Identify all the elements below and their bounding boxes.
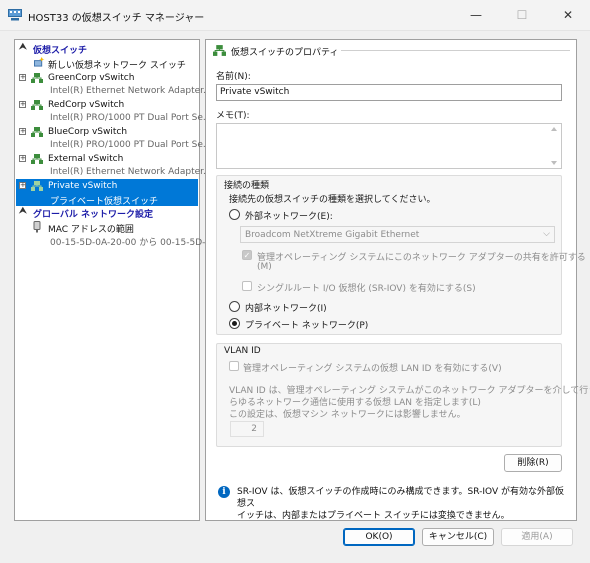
header-divider — [341, 50, 570, 51]
section-global-settings[interactable]: ⮝ グローバル ネットワーク設定 — [16, 206, 198, 220]
network-switch-icon — [213, 45, 226, 56]
new-switch-icon — [34, 57, 45, 67]
switch-adapter: Intel(R) PRO/1000 PT Dual Port Se... — [50, 113, 212, 123]
switch-item-private[interactable]: + Private vSwitch プライベート仮想スイッチ — [16, 179, 198, 207]
apply-button[interactable]: 適用(A) — [501, 528, 573, 546]
connection-prompt: 接続先の仮想スイッチの種類を選択してください。 — [229, 195, 436, 205]
properties-title: 仮想スイッチのプロパティ — [231, 48, 339, 58]
allow-mgmt-os-label: 管理オペレーティング システムにこのネットワーク アダプターの共有を許可する — [257, 253, 586, 263]
memo-field[interactable] — [216, 123, 562, 169]
internal-network-radio[interactable] — [229, 301, 240, 312]
name-label: 名前(N): — [216, 72, 251, 82]
expand-icon[interactable]: + — [19, 101, 26, 108]
collapse-chevron-icon: ⮝ — [19, 42, 27, 52]
vlan-enable-checkbox[interactable] — [229, 361, 239, 371]
switch-name: RedCorp vSwitch — [48, 100, 125, 110]
expand-icon[interactable]: + — [19, 128, 26, 135]
network-switch-icon — [31, 100, 43, 110]
ok-button[interactable]: OK(O) — [343, 528, 415, 546]
switch-item-external[interactable]: + External vSwitch Intel(R) Ethernet Net… — [16, 152, 212, 179]
switch-adapter: Intel(R) PRO/1000 PT Dual Port Se... — [50, 140, 212, 150]
switch-name: Private vSwitch — [48, 181, 118, 191]
allow-mgmt-os-checkbox[interactable]: ✓ — [242, 250, 252, 260]
vlan-enable-label: 管理オペレーティング システムの仮想 LAN ID を有効にする(V) — [243, 364, 502, 374]
mac-range-label: MAC アドレスの範囲 — [48, 225, 134, 235]
virtual-switch-app-icon — [8, 9, 22, 21]
mac-range-value: 00-15-5D-0A-20-00 から 00-15-5D-... — [50, 238, 214, 248]
section-label: 仮想スイッチ — [33, 46, 88, 56]
cancel-button[interactable]: キャンセル(C) — [422, 528, 494, 546]
minimize-button[interactable]: — — [453, 0, 499, 31]
network-switch-icon — [31, 73, 43, 83]
delete-button[interactable]: 削除(R) — [504, 454, 562, 472]
mac-range-item[interactable]: MAC アドレスの範囲 00-15-5D-0A-20-00 から 00-15-5… — [16, 220, 214, 248]
switch-item-redcorp[interactable]: + RedCorp vSwitch Intel(R) PRO/1000 PT D… — [16, 98, 211, 125]
sriov-info-text: SR-IOV は、仮想スイッチの作成時にのみ構成できます。SR-IOV が有効な… — [237, 486, 567, 522]
vlan-id-value: 2 — [251, 424, 257, 434]
sriov-label: シングルルート I/O 仮想化 (SR-IOV) を有効にする(S) — [257, 284, 476, 294]
chevron-down-icon: ⌵ — [543, 229, 550, 239]
expand-icon[interactable]: + — [19, 74, 26, 81]
switch-adapter: Intel(R) Ethernet Network Adapter... — [50, 86, 212, 96]
switch-item-bluecorp[interactable]: + BlueCorp vSwitch Intel(R) PRO/1000 PT … — [16, 125, 211, 152]
name-field[interactable]: Private vSwitch — [216, 84, 562, 101]
adapter-value: Broadcom NetXtreme Gigabit Ethernet — [245, 230, 420, 240]
mac-address-icon — [33, 221, 41, 233]
connection-group-label: 接続の種類 — [224, 181, 270, 191]
switch-item-greencorp[interactable]: + GreenCorp vSwitch Intel(R) Ethernet Ne… — [16, 71, 212, 98]
new-switch-item[interactable]: 新しい仮想ネットワーク スイッチ — [16, 56, 198, 71]
allow-mgmt-os-accesskey: (M) — [257, 262, 272, 272]
close-button[interactable]: ✕ — [545, 0, 590, 31]
external-network-radio[interactable] — [229, 209, 240, 220]
switch-name: GreenCorp vSwitch — [48, 73, 135, 83]
sriov-checkbox[interactable] — [242, 281, 252, 291]
properties-header: 仮想スイッチのプロパティ — [212, 44, 570, 58]
network-switch-icon — [31, 127, 43, 137]
info-icon: i — [218, 486, 230, 498]
external-network-label[interactable]: 外部ネットワーク(E): — [245, 209, 333, 222]
external-adapter-select[interactable]: Broadcom NetXtreme Gigabit Ethernet ⌵ — [240, 226, 555, 243]
private-network-radio[interactable] — [229, 318, 240, 329]
private-network-label[interactable]: プライベート ネットワーク(P) — [245, 318, 368, 331]
new-switch-label: 新しい仮想ネットワーク スイッチ — [48, 61, 186, 71]
window-title: HOST33 の仮想スイッチ マネージャー — [28, 13, 205, 24]
network-switch-icon — [31, 181, 43, 191]
switch-name: BlueCorp vSwitch — [48, 127, 128, 137]
expand-icon[interactable]: + — [19, 182, 26, 189]
maximize-button[interactable]: ☐ — [499, 0, 545, 31]
collapse-chevron-icon: ⮝ — [19, 206, 27, 216]
vlan-group-label: VLAN ID — [224, 346, 261, 356]
vlan-description-3: この設定は、仮想マシン ネットワークには影響しません。 — [229, 410, 466, 420]
memo-label: メモ(T): — [216, 111, 250, 121]
memo-scrollbar[interactable] — [549, 125, 559, 167]
info-line-1: SR-IOV は、仮想スイッチの作成時にのみ構成できます。SR-IOV が有効な… — [237, 487, 564, 509]
internal-network-label[interactable]: 内部ネットワーク(I) — [245, 301, 327, 314]
vlan-id-input[interactable]: 2 — [230, 421, 264, 437]
switch-name: External vSwitch — [48, 154, 124, 164]
section-label: グローバル ネットワーク設定 — [33, 210, 154, 220]
info-line-2: イッチは、内部またはプライベート スイッチには変換できません。 — [237, 511, 510, 521]
section-virtual-switches[interactable]: ⮝ 仮想スイッチ — [16, 42, 198, 56]
switch-adapter: Intel(R) Ethernet Network Adapter... — [50, 167, 212, 177]
expand-icon[interactable]: + — [19, 155, 26, 162]
switch-list-panel: ⮝ 仮想スイッチ 新しい仮想ネットワーク スイッチ + GreenCorp vS… — [14, 39, 214, 521]
network-switch-icon — [31, 154, 43, 164]
